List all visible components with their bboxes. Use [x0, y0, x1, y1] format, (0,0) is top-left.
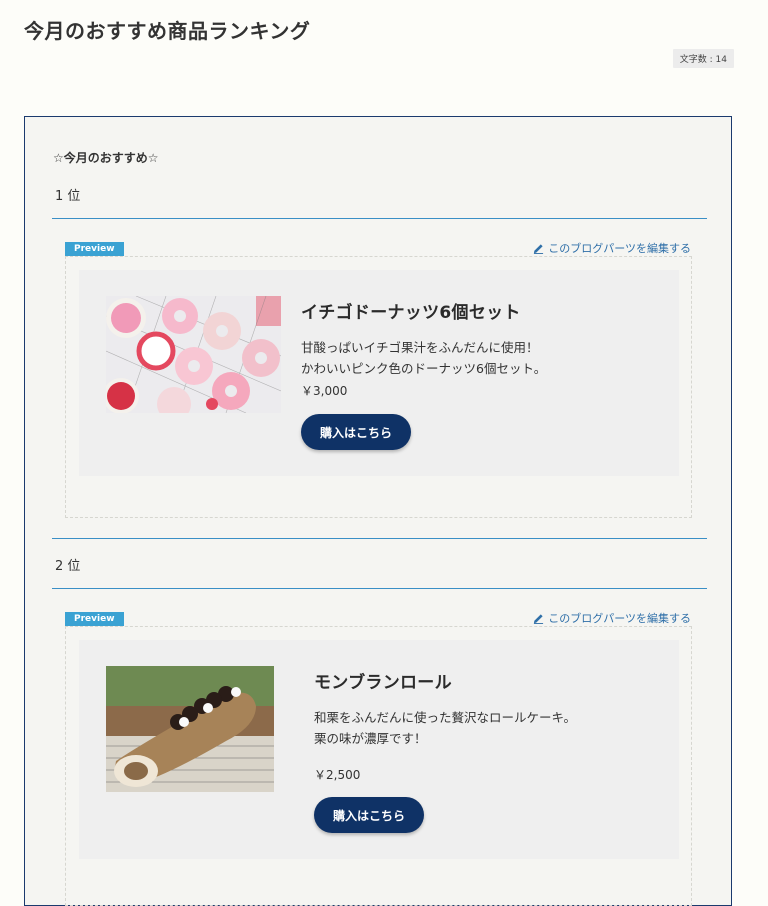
- preview-tag: Preview: [65, 242, 124, 256]
- product-description-2: 和栗をふんだんに使った贅沢なロールケーキ。 栗の味が濃厚です！: [314, 707, 576, 749]
- donut-photo[interactable]: [106, 296, 281, 413]
- divider: [52, 538, 707, 539]
- char-count-badge: 文字数 : 14: [672, 49, 734, 68]
- product-description-1: 甘酸っぱいイチゴ果汁をふんだんに使用！ かわいいピンク色のドーナッツ6個セット。: [301, 337, 546, 379]
- product-price-1: ￥3,000: [301, 384, 348, 398]
- intro-heading: ☆今月のおすすめ☆: [53, 151, 159, 165]
- buy-button-2[interactable]: 購入はこちら: [314, 797, 425, 833]
- description-line: 栗の味が濃厚です！: [314, 731, 427, 746]
- product-card-2: モンブランロール 和栗をふんだんに使った贅沢なロールケーキ。 栗の味が濃厚です！…: [79, 640, 679, 859]
- product-card-1: イチゴドーナッツ6個セット 甘酸っぱいイチゴ果汁をふんだんに使用！ かわいいピン…: [79, 270, 679, 476]
- edit-blog-part-link-2[interactable]: このブログパーツを編集する: [533, 610, 691, 626]
- rank-label-1: 1 位: [55, 189, 81, 204]
- description-line: 和栗をふんだんに使った贅沢なロールケーキ。: [314, 710, 577, 725]
- description-line: かわいいピンク色のドーナッツ6個セット。: [301, 361, 547, 376]
- preview-tag: Preview: [65, 612, 124, 626]
- montblanc-roll-photo[interactable]: [106, 666, 274, 792]
- rank-label-2: 2 位: [55, 559, 81, 574]
- edit-link-label: このブログパーツを編集する: [548, 242, 691, 255]
- edit-link-label: このブログパーツを編集する: [548, 612, 691, 625]
- content-frame: ☆今月のおすすめ☆ 1 位 Preview このブログパーツを編集する イチゴド…: [24, 116, 732, 906]
- page-title: 今月のおすすめ商品ランキング: [24, 19, 311, 43]
- divider: [52, 218, 707, 219]
- buy-button-1[interactable]: 購入はこちら: [301, 414, 412, 450]
- pencil-icon: [534, 613, 544, 624]
- pencil-icon: [534, 243, 544, 254]
- product-title-2: モンブランロール: [314, 673, 452, 693]
- product-price-2: ￥2,500: [314, 768, 361, 782]
- edit-blog-part-link-1[interactable]: このブログパーツを編集する: [533, 240, 691, 256]
- product-title-1: イチゴドーナッツ6個セット: [301, 303, 521, 323]
- description-line: 甘酸っぱいイチゴ果汁をふんだんに使用！: [301, 340, 539, 355]
- divider: [52, 588, 707, 589]
